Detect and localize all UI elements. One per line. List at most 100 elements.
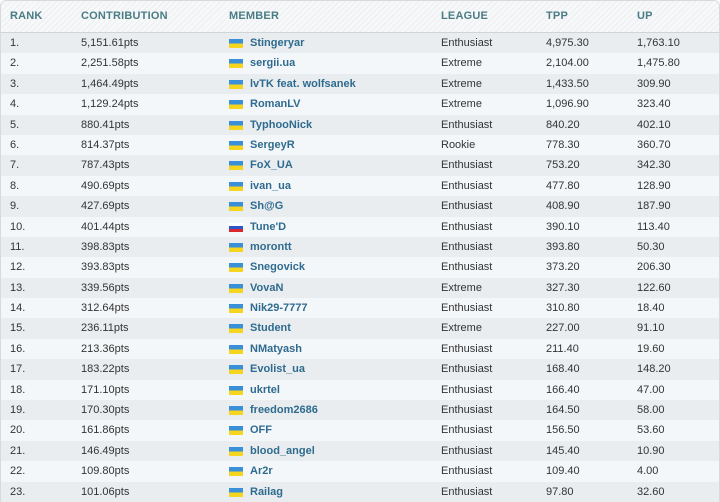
ukraine-flag-icon (229, 242, 243, 252)
up-cell: 309.90 (637, 77, 671, 90)
league-cell: Enthusiast (441, 404, 493, 417)
contribution-cell: 2,251.58pts (81, 57, 139, 70)
tpp-cell: 168.40 (546, 363, 580, 376)
league-cell: Enthusiast (441, 302, 493, 315)
contribution-cell: 398.83pts (81, 240, 130, 253)
league-cell: Enthusiast (441, 383, 493, 396)
league-cell: Enthusiast (441, 485, 493, 498)
tpp-cell: 166.40 (546, 383, 580, 396)
contribution-cell: 171.10pts (81, 383, 130, 396)
member-link[interactable]: freedom2686 (250, 404, 318, 416)
ukraine-flag-icon (229, 324, 243, 334)
contribution-cell: 1,129.24pts (81, 98, 139, 111)
tpp-cell: 390.10 (546, 220, 580, 233)
contribution-cell: 880.41pts (81, 118, 130, 131)
contribution-cell: 109.80pts (81, 465, 130, 478)
member-link[interactable]: Student (250, 322, 291, 334)
tpp-cell: 1,433.50 (546, 77, 589, 90)
up-cell: 32.60 (637, 485, 665, 498)
member-link[interactable]: OFF (250, 424, 272, 436)
up-cell: 128.90 (637, 179, 671, 192)
member-link[interactable]: FoX_UA (250, 159, 293, 171)
member-link[interactable]: ukrtel (250, 384, 280, 396)
member-link[interactable]: ivan_ua (250, 180, 291, 192)
ukraine-flag-icon (229, 202, 243, 212)
table-row: 9. 427.69pts Sh@G Enthusiast 408.90 187.90 (1, 196, 719, 217)
up-cell: 19.60 (637, 342, 665, 355)
up-cell: 342.30 (637, 159, 671, 172)
member-link[interactable]: Railag (250, 486, 283, 498)
tpp-cell: 310.80 (546, 302, 580, 315)
tpp-cell: 109.40 (546, 465, 580, 478)
member-link[interactable]: Tune'D (250, 221, 286, 233)
ukraine-flag-icon (229, 120, 243, 130)
member-link[interactable]: Sh@G (250, 200, 283, 212)
header-up[interactable]: UP (637, 10, 653, 22)
table-row: 22. 109.80pts Ar2r Enthusiast 109.40 4.00 (1, 461, 719, 482)
tpp-cell: 1,096.90 (546, 98, 589, 111)
header-member[interactable]: MEMBER (229, 10, 279, 22)
member-link[interactable]: NMatyash (250, 343, 302, 355)
table-row: 20. 161.86pts OFF Enthusiast 156.50 53.60 (1, 420, 719, 441)
header-rank[interactable]: RANK (10, 10, 43, 22)
ukraine-flag-icon (229, 161, 243, 171)
tpp-cell: 2,104.00 (546, 57, 589, 70)
up-cell: 113.40 (637, 220, 670, 233)
contribution-cell: 427.69pts (81, 200, 130, 213)
ukraine-flag-icon (229, 344, 243, 354)
member-link[interactable]: Stingeryar (250, 37, 304, 49)
table-body: 1. 5,151.61pts Stingeryar Enthusiast 4,975.3… (1, 33, 719, 502)
ukraine-flag-icon (229, 283, 243, 293)
tpp-cell: 477.80 (546, 179, 580, 192)
header-tpp[interactable]: TPP (546, 10, 568, 22)
league-cell: Enthusiast (441, 363, 493, 376)
table-row: 4. 1,129.24pts RomanLV Extreme 1,096.90 323.4… (1, 94, 719, 115)
rank-cell: 5. (10, 118, 20, 131)
member-link[interactable]: blood_angel (250, 445, 315, 457)
rank-cell: 19. (10, 404, 26, 417)
header-contribution[interactable]: CONTRIBUTION (81, 10, 168, 22)
ukraine-flag-icon (229, 467, 243, 477)
tpp-cell: 211.40 (546, 342, 579, 355)
member-link[interactable]: Ar2r (250, 465, 273, 477)
ukraine-flag-icon (229, 59, 243, 69)
member-link[interactable]: SergeyR (250, 139, 295, 151)
league-cell: Extreme (441, 281, 482, 294)
ukraine-flag-icon (229, 406, 243, 416)
rank-cell: 21. (10, 444, 26, 457)
member-link[interactable]: Evolist_ua (250, 363, 305, 375)
table-row: 2. 2,251.58pts sergii.ua Extreme 2,104.00 1,4… (1, 53, 719, 74)
up-cell: 91.10 (637, 322, 665, 335)
table-header: RANK CONTRIBUTION MEMBER LEAGUE TPP UP (1, 1, 719, 33)
league-cell: Enthusiast (441, 342, 493, 355)
ukraine-flag-icon (229, 487, 243, 497)
up-cell: 206.30 (637, 261, 671, 274)
member-link[interactable]: TyphooNick (250, 119, 312, 131)
ukraine-flag-icon (229, 365, 243, 375)
tpp-cell: 227.00 (546, 322, 580, 335)
header-league[interactable]: LEAGUE (441, 10, 488, 22)
member-link[interactable]: RomanLV (250, 98, 301, 110)
up-cell: 4.00 (637, 465, 659, 478)
rank-cell: 9. (10, 200, 20, 213)
member-link[interactable]: VovaN (250, 282, 283, 294)
member-link[interactable]: Snegovick (250, 261, 305, 273)
tpp-cell: 97.80 (546, 485, 574, 498)
contribution-cell: 146.49pts (81, 444, 130, 457)
league-cell: Enthusiast (441, 179, 493, 192)
ukraine-flag-icon (229, 446, 243, 456)
league-cell: Enthusiast (441, 220, 493, 233)
rank-cell: 8. (10, 179, 20, 192)
tpp-cell: 4,975.30 (546, 37, 589, 49)
league-cell: Enthusiast (441, 261, 493, 274)
member-link[interactable]: Nik29-7777 (250, 302, 308, 314)
contribution-cell: 1,464.49pts (81, 77, 139, 90)
up-cell: 18.40 (637, 302, 665, 315)
league-cell: Enthusiast (441, 465, 493, 478)
contribution-cell: 183.22pts (81, 363, 130, 376)
member-link[interactable]: morontt (250, 241, 292, 253)
member-link[interactable]: sergii.ua (250, 57, 295, 69)
rank-cell: 14. (10, 302, 26, 315)
member-link[interactable]: lvTK feat. wolfsanek (250, 78, 356, 90)
table-row: 16. 213.36pts NMatyash Enthusiast 211.40 19.6… (1, 338, 719, 360)
